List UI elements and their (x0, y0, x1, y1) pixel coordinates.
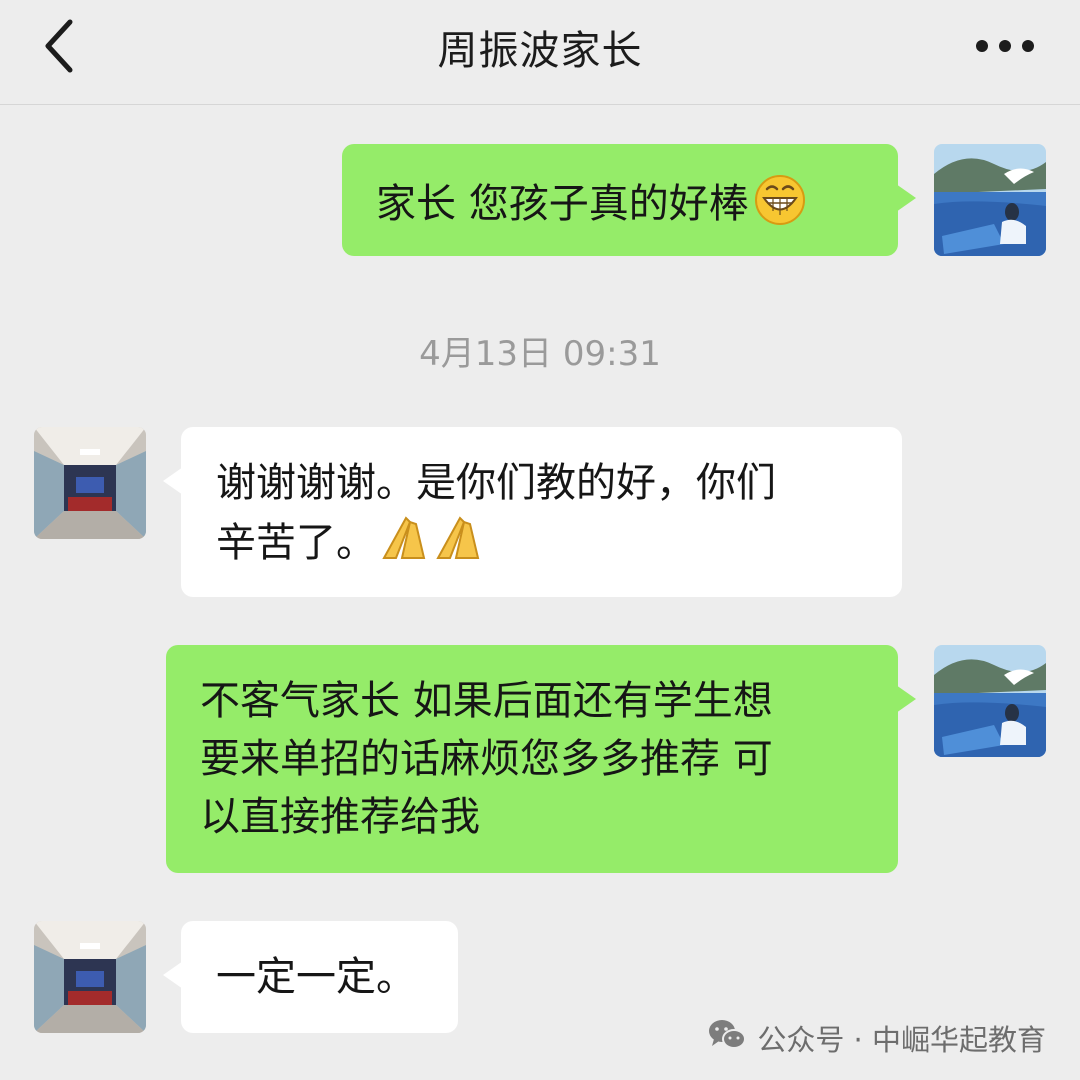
chat-header: 周振波家长 (0, 0, 1080, 105)
folded-hands-icon (380, 512, 488, 578)
outgoing-message[interactable]: 家长 您孩子真的好棒 (342, 144, 916, 256)
more-button[interactable] (970, 26, 1040, 66)
message-text: 家长 您孩子真的好棒 (376, 181, 749, 227)
outgoing-message[interactable]: 不客气家长 如果后面还有学生想 要来单招的话麻烦您多多推荐 可 以直接推荐给我 (166, 645, 916, 873)
contact-avatar[interactable] (34, 921, 146, 1033)
incoming-message[interactable]: 谢谢谢谢。是你们教的好，你们 辛苦了。 (163, 427, 902, 597)
more-dots-icon (976, 40, 1034, 52)
message-text-line: 不客气家长 如果后面还有学生想 (200, 678, 773, 724)
contact-avatar[interactable] (34, 427, 146, 539)
wechat-icon (707, 1017, 747, 1060)
message-text: 一定一定。 (216, 954, 416, 1000)
message-timestamp: 4月13日 09:31 (419, 334, 661, 374)
watermark-text: 公众号 · 中崛华起教育 (757, 1023, 1046, 1057)
message-text-line: 辛苦了。 (216, 520, 376, 566)
message-text-line: 要来单招的话麻烦您多多推荐 可 (200, 736, 773, 782)
chat-title: 周振波家长 (437, 28, 643, 74)
message-text-line: 谢谢谢谢。是你们教的好，你们 (216, 460, 776, 506)
watermark: 公众号 · 中崛华起教育 (707, 1018, 1046, 1058)
my-avatar[interactable] (934, 645, 1046, 757)
grinning-face-icon (753, 171, 807, 241)
incoming-message[interactable]: 一定一定。 (163, 921, 458, 1033)
chat-screen: 周振波家长 家长 您孩子真的好棒 4月13日 09:31 谢谢谢谢。是你们教的好… (0, 0, 1080, 1080)
message-text-line: 以直接推荐给我 (200, 794, 480, 840)
my-avatar[interactable] (934, 144, 1046, 256)
